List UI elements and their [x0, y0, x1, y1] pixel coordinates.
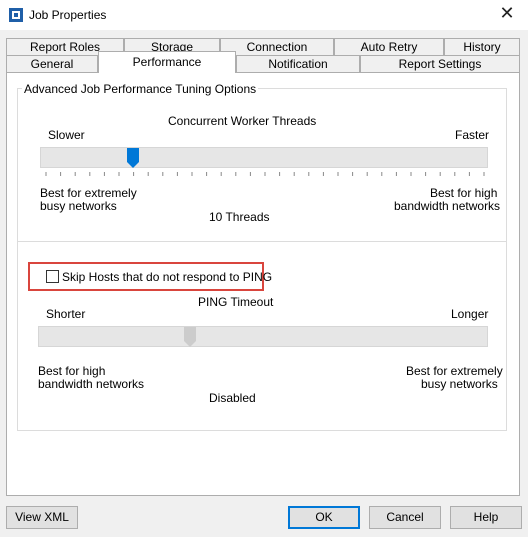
ping-value: Disabled	[209, 391, 256, 405]
threads-desc-right-2: bandwidth networks	[394, 199, 501, 213]
threads-desc-left-1: Best for extremely	[40, 186, 137, 200]
threads-value: 10 Threads	[209, 210, 270, 224]
threads-desc-right-1: Best for high	[430, 186, 498, 200]
ping-max-label: Longer	[451, 307, 489, 321]
tab-auto-retry[interactable]: Auto Retry	[334, 38, 444, 55]
tab-connection[interactable]: Connection	[220, 38, 334, 55]
ping-heading: PING Timeout	[198, 295, 274, 309]
title-bar: Job Properties ✕	[0, 0, 528, 30]
threads-heading: Concurrent Worker Threads	[168, 114, 317, 128]
window-title: Job Properties	[29, 8, 107, 22]
group-title: Advanced Job Performance Tuning Options	[22, 82, 259, 96]
threads-min-label: Slower	[48, 128, 85, 142]
threads-ticks	[45, 172, 485, 176]
ok-button[interactable]: OK	[288, 506, 360, 529]
tab-performance[interactable]: Performance	[98, 51, 236, 73]
tab-history[interactable]: History	[444, 38, 520, 55]
ping-desc-right-2: busy networks	[421, 377, 498, 391]
ping-desc-left-1: Best for high	[38, 364, 106, 378]
skip-hosts-label[interactable]: Skip Hosts that do not respond to PING	[62, 270, 272, 284]
tab-report-settings[interactable]: Report Settings	[360, 55, 520, 72]
threads-max-label: Faster	[455, 128, 490, 142]
view-xml-button[interactable]: View XML	[6, 506, 78, 529]
tab-notification[interactable]: Notification	[236, 55, 360, 72]
skip-hosts-checkbox[interactable]	[46, 270, 59, 283]
ping-slider-track[interactable]	[38, 326, 488, 347]
tab-general[interactable]: General	[6, 55, 98, 72]
ping-desc-left-2: bandwidth networks	[38, 377, 145, 391]
close-icon[interactable]: ✕	[494, 3, 520, 27]
help-button[interactable]: Help	[450, 506, 522, 529]
app-icon	[9, 8, 23, 22]
threads-desc-left-2: busy networks	[40, 199, 117, 213]
cancel-button[interactable]: Cancel	[369, 506, 441, 529]
threads-slider-thumb[interactable]	[127, 148, 140, 168]
ping-desc-right-1: Best for extremely	[406, 364, 503, 378]
ping-slider-thumb	[183, 327, 196, 347]
ping-min-label: Shorter	[46, 307, 86, 321]
group-divider	[18, 241, 506, 242]
threads-slider-track[interactable]	[40, 147, 488, 168]
